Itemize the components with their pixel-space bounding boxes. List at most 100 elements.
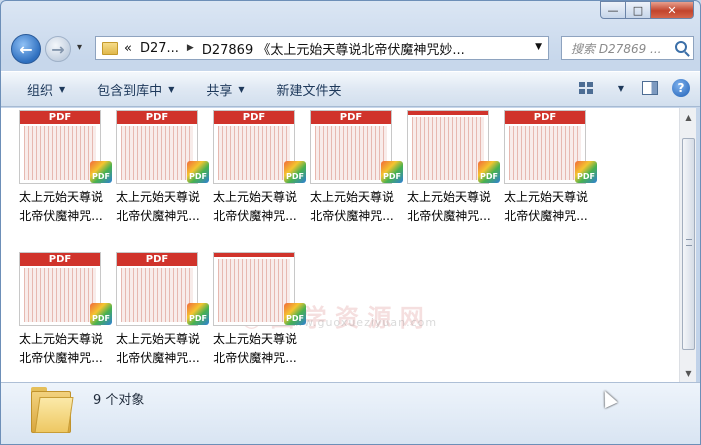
file-name: 太上元始天尊说 北帝伏魔神咒... [498, 188, 594, 226]
new-folder-label: 新建文件夹 [276, 83, 342, 99]
vertical-scrollbar[interactable]: ▲ ▼ [679, 108, 696, 382]
toolbar-right: ▼ ? [576, 78, 690, 98]
pdf-band: PDF [311, 111, 391, 124]
share-menu[interactable]: 共享 ▼ [190, 72, 260, 106]
search-input[interactable]: 搜索 D27869 ... [561, 36, 694, 60]
pdf-band: PDF [408, 111, 488, 115]
file-name-line-1: 太上元始天尊说 [503, 190, 588, 204]
file-name: 太上元始天尊说 北帝伏魔神咒... [110, 330, 206, 368]
navigation-bar: ← → ▾ « D27... ▶ D27869 《太上元始天尊说北帝伏魔神咒妙.… [9, 33, 694, 65]
breadcrumb-segment-1[interactable]: D27... [140, 41, 179, 56]
details-pane: 9 个对象 [1, 382, 700, 444]
chevron-right-icon[interactable]: ▶ [187, 43, 194, 53]
file-name: 太上元始天尊说 北帝伏魔神咒... [207, 330, 303, 368]
pdf-app-icon: PDF [90, 161, 112, 183]
file-name-line-2: 北帝伏魔神咒... [116, 209, 200, 223]
preview-pane-button[interactable] [640, 78, 660, 98]
file-name: 太上元始天尊说 北帝伏魔神咒... [401, 188, 497, 226]
pdf-band: PDF [214, 111, 294, 124]
file-name-line-2: 北帝伏魔神咒... [310, 209, 394, 223]
new-folder-button[interactable]: 新建文件夹 [261, 72, 358, 106]
file-item[interactable]: PDF PDF 太上元始天尊说北帝伏魔神咒... [207, 252, 306, 382]
pdf-thumbnail: PDF PDF [213, 110, 306, 184]
pdf-thumbnail: PDF PDF [504, 110, 597, 184]
file-list[interactable]: ◉ 国 学 资 源 网 www.guoxueziyuan.com PDF PDF 太… [1, 108, 679, 382]
file-name: 太上元始天尊说 北帝伏魔神咒... [207, 188, 303, 226]
include-library-label: 包含到库中 [97, 83, 163, 99]
help-icon: ? [677, 81, 685, 95]
file-name-line-2: 北帝伏魔神咒... [407, 209, 491, 223]
file-item[interactable]: PDF PDF 太上元始天尊说北帝伏魔神咒... [304, 110, 403, 246]
page-preview [121, 126, 157, 180]
file-name-line-2: 北帝伏魔神咒... [213, 351, 297, 365]
chevron-down-icon[interactable]: ▼ [535, 42, 542, 52]
pdf-thumbnail: PDF PDF [310, 110, 403, 184]
search-icon[interactable] [675, 41, 687, 53]
view-options-dropdown[interactable]: ▼ [608, 78, 628, 98]
file-name-line-1: 太上元始天尊说 [115, 332, 200, 346]
pdf-band: PDF [117, 111, 197, 124]
file-name-line-1: 太上元始天尊说 [406, 190, 491, 204]
page-preview [412, 117, 448, 180]
help-button[interactable]: ? [672, 79, 690, 97]
pdf-band: PDF [20, 253, 100, 266]
include-in-library-menu[interactable]: 包含到库中 ▼ [81, 72, 190, 106]
page-preview [24, 126, 60, 180]
pdf-app-icon: PDF [284, 303, 306, 325]
page-preview [509, 126, 545, 180]
scroll-down-button[interactable]: ▼ [681, 365, 696, 381]
maximize-button[interactable]: □ [625, 1, 651, 19]
recent-pages-dropdown[interactable]: ▾ [77, 42, 82, 53]
pdf-thumbnail: PDF PDF [407, 110, 500, 184]
folder-icon [31, 385, 74, 433]
scroll-up-button[interactable]: ▲ [681, 109, 696, 125]
close-button[interactable]: ✕ [650, 1, 694, 19]
file-item[interactable]: PDF PDF 太上元始天尊说北帝伏魔神咒... [401, 110, 500, 246]
breadcrumb-overflow[interactable]: « [124, 41, 132, 56]
file-item[interactable]: PDF PDF 太上元始天尊说北帝伏魔神咒... [110, 252, 209, 382]
caret-down-icon: ▼ [617, 83, 625, 93]
organize-menu[interactable]: 组织 ▼ [11, 72, 81, 106]
file-item[interactable]: PDF PDF 太上元始天尊说北帝伏魔神咒... [13, 252, 112, 382]
minimize-button[interactable]: — [600, 1, 626, 19]
caret-down-icon: ▼ [168, 84, 175, 94]
forward-button[interactable]: → [45, 36, 71, 62]
address-bar[interactable]: « D27... ▶ D27869 《太上元始天尊说北帝伏魔神咒妙... ▼ [95, 36, 549, 60]
file-item[interactable]: PDF PDF 太上元始天尊说北帝伏魔神咒... [498, 110, 597, 246]
file-name: 太上元始天尊说 北帝伏魔神咒... [13, 330, 109, 368]
file-name-line-1: 太上元始天尊说 [18, 190, 103, 204]
file-item[interactable]: PDF PDF 太上元始天尊说北帝伏魔神咒... [13, 110, 112, 246]
caption-buttons: — □ ✕ [600, 1, 694, 19]
file-name: 太上元始天尊说 北帝伏魔神咒... [13, 188, 109, 226]
change-view-button[interactable] [576, 78, 596, 98]
file-name-line-2: 北帝伏魔神咒... [116, 351, 200, 365]
file-item[interactable]: PDF PDF 太上元始天尊说北帝伏魔神咒... [207, 110, 306, 246]
page-preview [24, 268, 60, 322]
page-preview [218, 259, 254, 322]
file-name: 太上元始天尊说 北帝伏魔神咒... [110, 188, 206, 226]
pdf-band: PDF [214, 253, 294, 257]
file-name: 太上元始天尊说 北帝伏魔神咒... [304, 188, 400, 226]
file-name-line-1: 太上元始天尊说 [212, 190, 297, 204]
file-name-line-1: 太上元始天尊说 [309, 190, 394, 204]
pdf-thumbnail: PDF PDF [116, 252, 209, 326]
file-name-line-2: 北帝伏魔神咒... [19, 351, 103, 365]
breadcrumb-segment-2[interactable]: D27869 《太上元始天尊说北帝伏魔神咒妙... [202, 39, 465, 58]
pdf-app-icon: PDF [575, 161, 597, 183]
file-item[interactable]: PDF PDF 太上元始天尊说北帝伏魔神咒... [110, 110, 209, 246]
scroll-thumb[interactable] [682, 138, 695, 350]
pdf-app-icon: PDF [90, 303, 112, 325]
file-name-line-2: 北帝伏魔神咒... [504, 209, 588, 223]
caret-down-icon: ▼ [238, 84, 245, 94]
pdf-app-icon: PDF [187, 303, 209, 325]
organize-label: 组织 [27, 83, 54, 99]
arrow-left-icon: ← [19, 39, 33, 59]
back-button[interactable]: ← [11, 34, 41, 64]
pdf-app-icon: PDF [284, 161, 306, 183]
pdf-thumbnail: PDF PDF [19, 110, 112, 184]
explorer-window: — □ ✕ ← → ▾ « D27... ▶ D27869 《太上元始天尊说北帝… [0, 0, 701, 445]
file-name-line-1: 太上元始天尊说 [18, 332, 103, 346]
watermark-url: www.guoxueziyuan.com [284, 316, 438, 329]
arrow-right-icon: → [51, 39, 65, 59]
file-name-line-1: 太上元始天尊说 [212, 332, 297, 346]
